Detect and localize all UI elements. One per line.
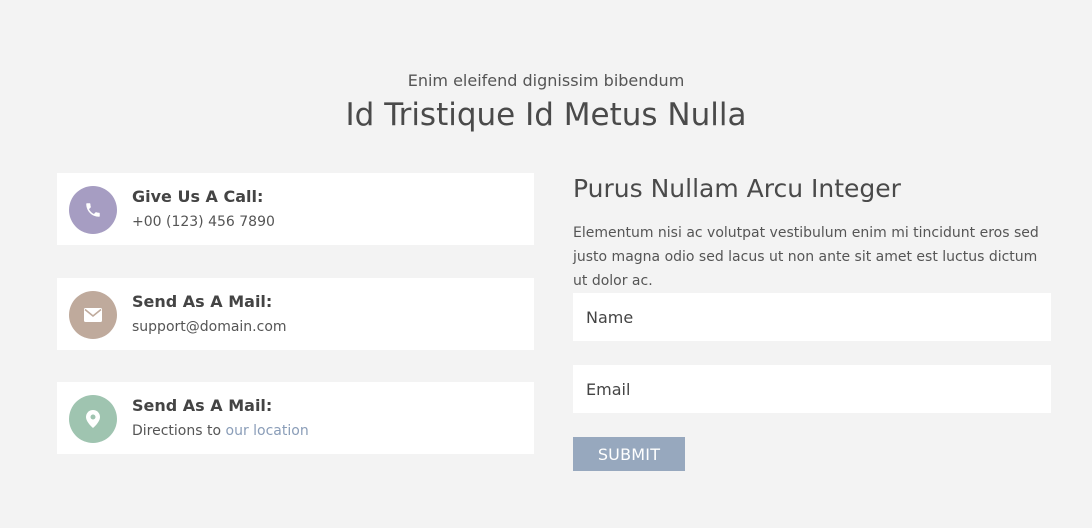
contact-phone-number: +00 (123) 456 7890 <box>132 214 275 230</box>
contact-card-mail: Send As A Mail: support@domain.com <box>57 278 534 350</box>
submit-button[interactable]: SUBMIT <box>573 437 685 471</box>
contact-email: support@domain.com <box>132 319 287 335</box>
mail-icon <box>69 291 117 339</box>
our-location-link[interactable]: our location <box>226 423 309 439</box>
contact-card-location: Send As A Mail: Directions to our locati… <box>57 382 534 454</box>
contact-directions: Directions to our location <box>132 422 309 440</box>
section-subtitle: Enim eleifend dignissim bibendum <box>407 71 685 90</box>
name-field[interactable] <box>573 293 1051 341</box>
contact-card-phone: Give Us A Call: +00 (123) 456 7890 <box>57 173 534 245</box>
directions-prefix: Directions to <box>132 423 226 439</box>
contact-title: Give Us A Call: <box>132 187 264 206</box>
location-pin-icon <box>69 395 117 443</box>
section-title: Id Tristique Id Metus Nulla <box>345 97 747 133</box>
contact-title: Send As A Mail: <box>132 292 273 311</box>
contact-title: Send As A Mail: <box>132 396 273 415</box>
phone-icon <box>69 186 117 234</box>
email-field[interactable] <box>573 365 1051 413</box>
form-description: Elementum nisi ac volutpat vestibulum en… <box>573 225 1039 289</box>
form-heading: Purus Nullam Arcu Integer <box>573 174 901 203</box>
section-header: Enim eleifend dignissim bibendum Id Tris… <box>0 70 1092 137</box>
